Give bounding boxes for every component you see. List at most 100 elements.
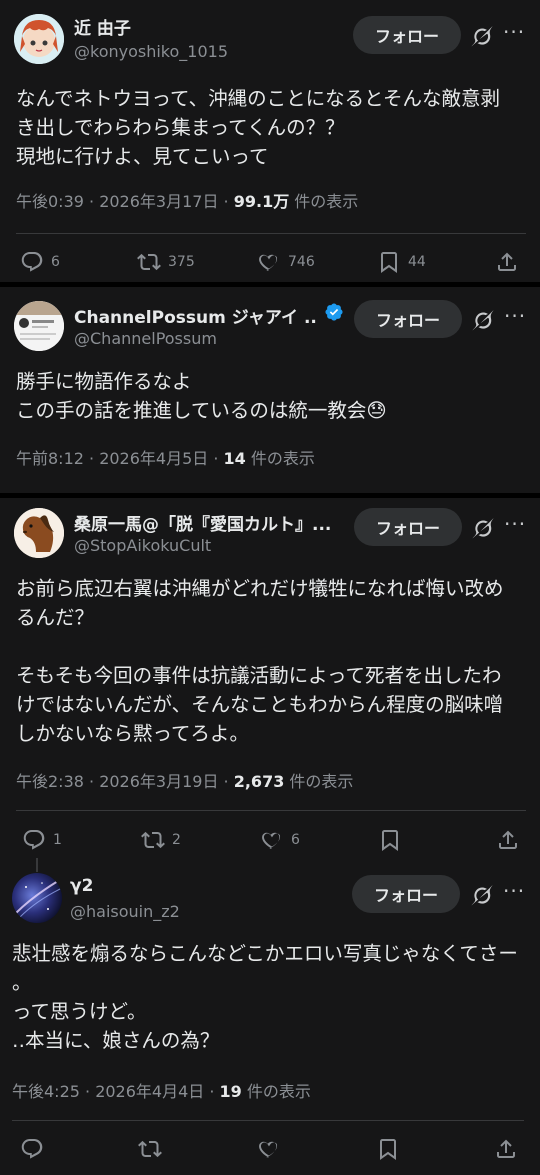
more-icon[interactable]: ···	[503, 879, 525, 903]
reply-icon	[20, 1137, 44, 1161]
view-count: 2,673	[233, 772, 285, 791]
post-text: 勝手に物語作るなよ この手の話を推進しているのは統一教会😓	[16, 367, 531, 425]
share-button[interactable]	[494, 1137, 518, 1161]
display-name[interactable]: 近 由子	[74, 14, 131, 39]
like-button[interactable]	[257, 1137, 281, 1161]
view-count-suffix: 件の表示	[241, 1082, 311, 1101]
bookmark-button[interactable]: 44	[377, 250, 426, 274]
user-handle[interactable]: @StopAikokuCult	[74, 536, 211, 555]
user-handle[interactable]: @ChannelPossum	[74, 329, 217, 348]
post-timestamp[interactable]: 午前8:12 · 2026年4月5日 ·	[16, 449, 224, 468]
post-text-line: るんだ？	[16, 606, 95, 629]
post-2: ChannelPossum ジャアイ ... @ChannelPossum フォ…	[0, 287, 540, 493]
like-button[interactable]: 6	[260, 828, 300, 852]
bookmark-icon	[377, 250, 401, 274]
avatar[interactable]	[14, 14, 64, 64]
reply-button[interactable]: 6	[20, 250, 60, 274]
grok-icon[interactable]	[470, 24, 494, 48]
like-button[interactable]: 746	[257, 250, 315, 274]
post-text-line: って思うけど。	[12, 1000, 147, 1023]
post-text-line: 悲壮感を煽るならこんなどこかエロい写真じゃなくてさー	[12, 942, 518, 965]
share-icon	[496, 828, 520, 852]
more-icon[interactable]: ···	[504, 512, 526, 536]
share-button[interactable]	[495, 250, 519, 274]
like-count: 6	[291, 832, 300, 848]
avatar[interactable]	[12, 873, 62, 923]
user-handle[interactable]: @haisouin_z2	[70, 902, 180, 921]
grok-icon[interactable]	[470, 883, 494, 907]
sweat-emoji: 😓	[366, 399, 387, 422]
bookmark-button[interactable]	[376, 1137, 400, 1161]
share-icon	[494, 1137, 518, 1161]
post-text-line: お前ら底辺右翼は沖縄がどれだけ犠牲になれば悔い改め	[16, 577, 504, 600]
post-text: 悲壮感を煽るならこんなどこかエロい写真じゃなくてさー 。 って思うけど。 ‥本当…	[12, 939, 527, 1055]
repost-icon	[137, 250, 161, 274]
more-icon[interactable]: ···	[503, 20, 525, 44]
avatar-horse-icon	[14, 508, 64, 558]
reply-count: 1	[53, 832, 62, 848]
share-icon	[495, 250, 519, 274]
heart-icon	[257, 1137, 281, 1161]
reply-button[interactable]: 1	[22, 828, 62, 852]
post-3: 桑原一馬@「脱『愛国カルト』... @StopAikokuCult フォロー ·…	[0, 498, 540, 1175]
reply-button[interactable]	[20, 1137, 44, 1161]
post-meta: 午前8:12 · 2026年4月5日 · 14 件の表示	[16, 445, 315, 469]
avatar[interactable]	[14, 508, 64, 558]
avatar[interactable]	[14, 301, 64, 351]
post-timestamp[interactable]: 午後0:39 · 2026年3月17日 ·	[16, 192, 234, 211]
post-text: お前ら底辺右翼は沖縄がどれだけ犠牲になれば悔い改め るんだ？ そもそも今回の事件…	[16, 574, 531, 748]
grok-icon[interactable]	[471, 308, 495, 332]
view-count: 99.1万	[233, 192, 290, 211]
repost-count: 375	[168, 254, 195, 270]
divider	[16, 233, 526, 234]
post-text-line: この手の話を推進しているのは統一教会😓	[16, 399, 387, 422]
post-text-line: そもそも今回の事件は抗議活動によって死者を出したわ	[16, 664, 502, 687]
user-handle[interactable]: @konyoshiko_1015	[74, 42, 228, 61]
avatar-space-icon	[12, 873, 62, 923]
view-count: 14	[223, 449, 246, 468]
view-count: 19	[219, 1082, 242, 1101]
share-button[interactable]	[496, 828, 520, 852]
post-text-line: 勝手に物語作るなよ	[16, 370, 192, 393]
more-icon[interactable]: ···	[504, 304, 526, 328]
display-name[interactable]: γ2	[70, 876, 93, 896]
repost-count: 2	[172, 832, 181, 848]
repost-button[interactable]: 2	[141, 828, 181, 852]
post-text-line: き出しでわらわら集まってくんの？？	[16, 116, 345, 139]
display-name[interactable]: 桑原一馬@「脱『愛国カルト』...	[74, 510, 344, 535]
follow-button[interactable]: フォロー	[354, 300, 462, 338]
repost-button[interactable]: 375	[137, 250, 195, 274]
follow-button[interactable]: フォロー	[352, 875, 460, 913]
post-text: なんでネトウヨって、沖縄のことになるとそんな敵意剥 き出しでわらわら集まってくん…	[16, 84, 531, 171]
heart-icon	[260, 828, 284, 852]
bookmark-button[interactable]	[378, 828, 402, 852]
post-text-line: ‥本当に、娘さんの為？	[12, 1029, 220, 1052]
bookmark-icon	[376, 1137, 400, 1161]
divider	[12, 1120, 524, 1121]
post-1: 近 由子 @konyoshiko_1015 フォロー ··· なんでネトウヨって…	[0, 0, 540, 282]
view-count-suffix: 件の表示	[289, 192, 359, 211]
post-text-line	[16, 632, 531, 661]
post-timestamp[interactable]: 午後4:25 · 2026年4月4日 ·	[12, 1082, 220, 1101]
post-meta: 午後4:25 · 2026年4月4日 · 19 件の表示	[12, 1078, 311, 1102]
follow-button[interactable]: フォロー	[353, 16, 461, 54]
view-count-suffix: 件の表示	[245, 449, 315, 468]
verified-badge-icon	[325, 303, 343, 321]
post-text-line: 。	[12, 971, 32, 994]
avatar-profile-icon	[14, 301, 64, 351]
post-meta: 午後2:38 · 2026年3月19日 · 2,673 件の表示	[16, 768, 353, 792]
post-text-line: 現地に行けよ、見てこいって	[16, 145, 269, 168]
divider	[16, 810, 526, 811]
like-count: 746	[288, 254, 315, 270]
post-timestamp[interactable]: 午後2:38 · 2026年3月19日 ·	[16, 772, 234, 791]
reply-icon	[22, 828, 46, 852]
reply-icon	[20, 250, 44, 274]
grok-icon[interactable]	[471, 516, 495, 540]
repost-button[interactable]	[138, 1137, 162, 1161]
reply-count: 6	[51, 254, 60, 270]
display-name[interactable]: ChannelPossum ジャアイ ...	[74, 303, 318, 328]
follow-button[interactable]: フォロー	[354, 508, 462, 546]
thread-connector	[36, 858, 38, 872]
heart-icon	[257, 250, 281, 274]
bookmark-count: 44	[408, 254, 426, 270]
